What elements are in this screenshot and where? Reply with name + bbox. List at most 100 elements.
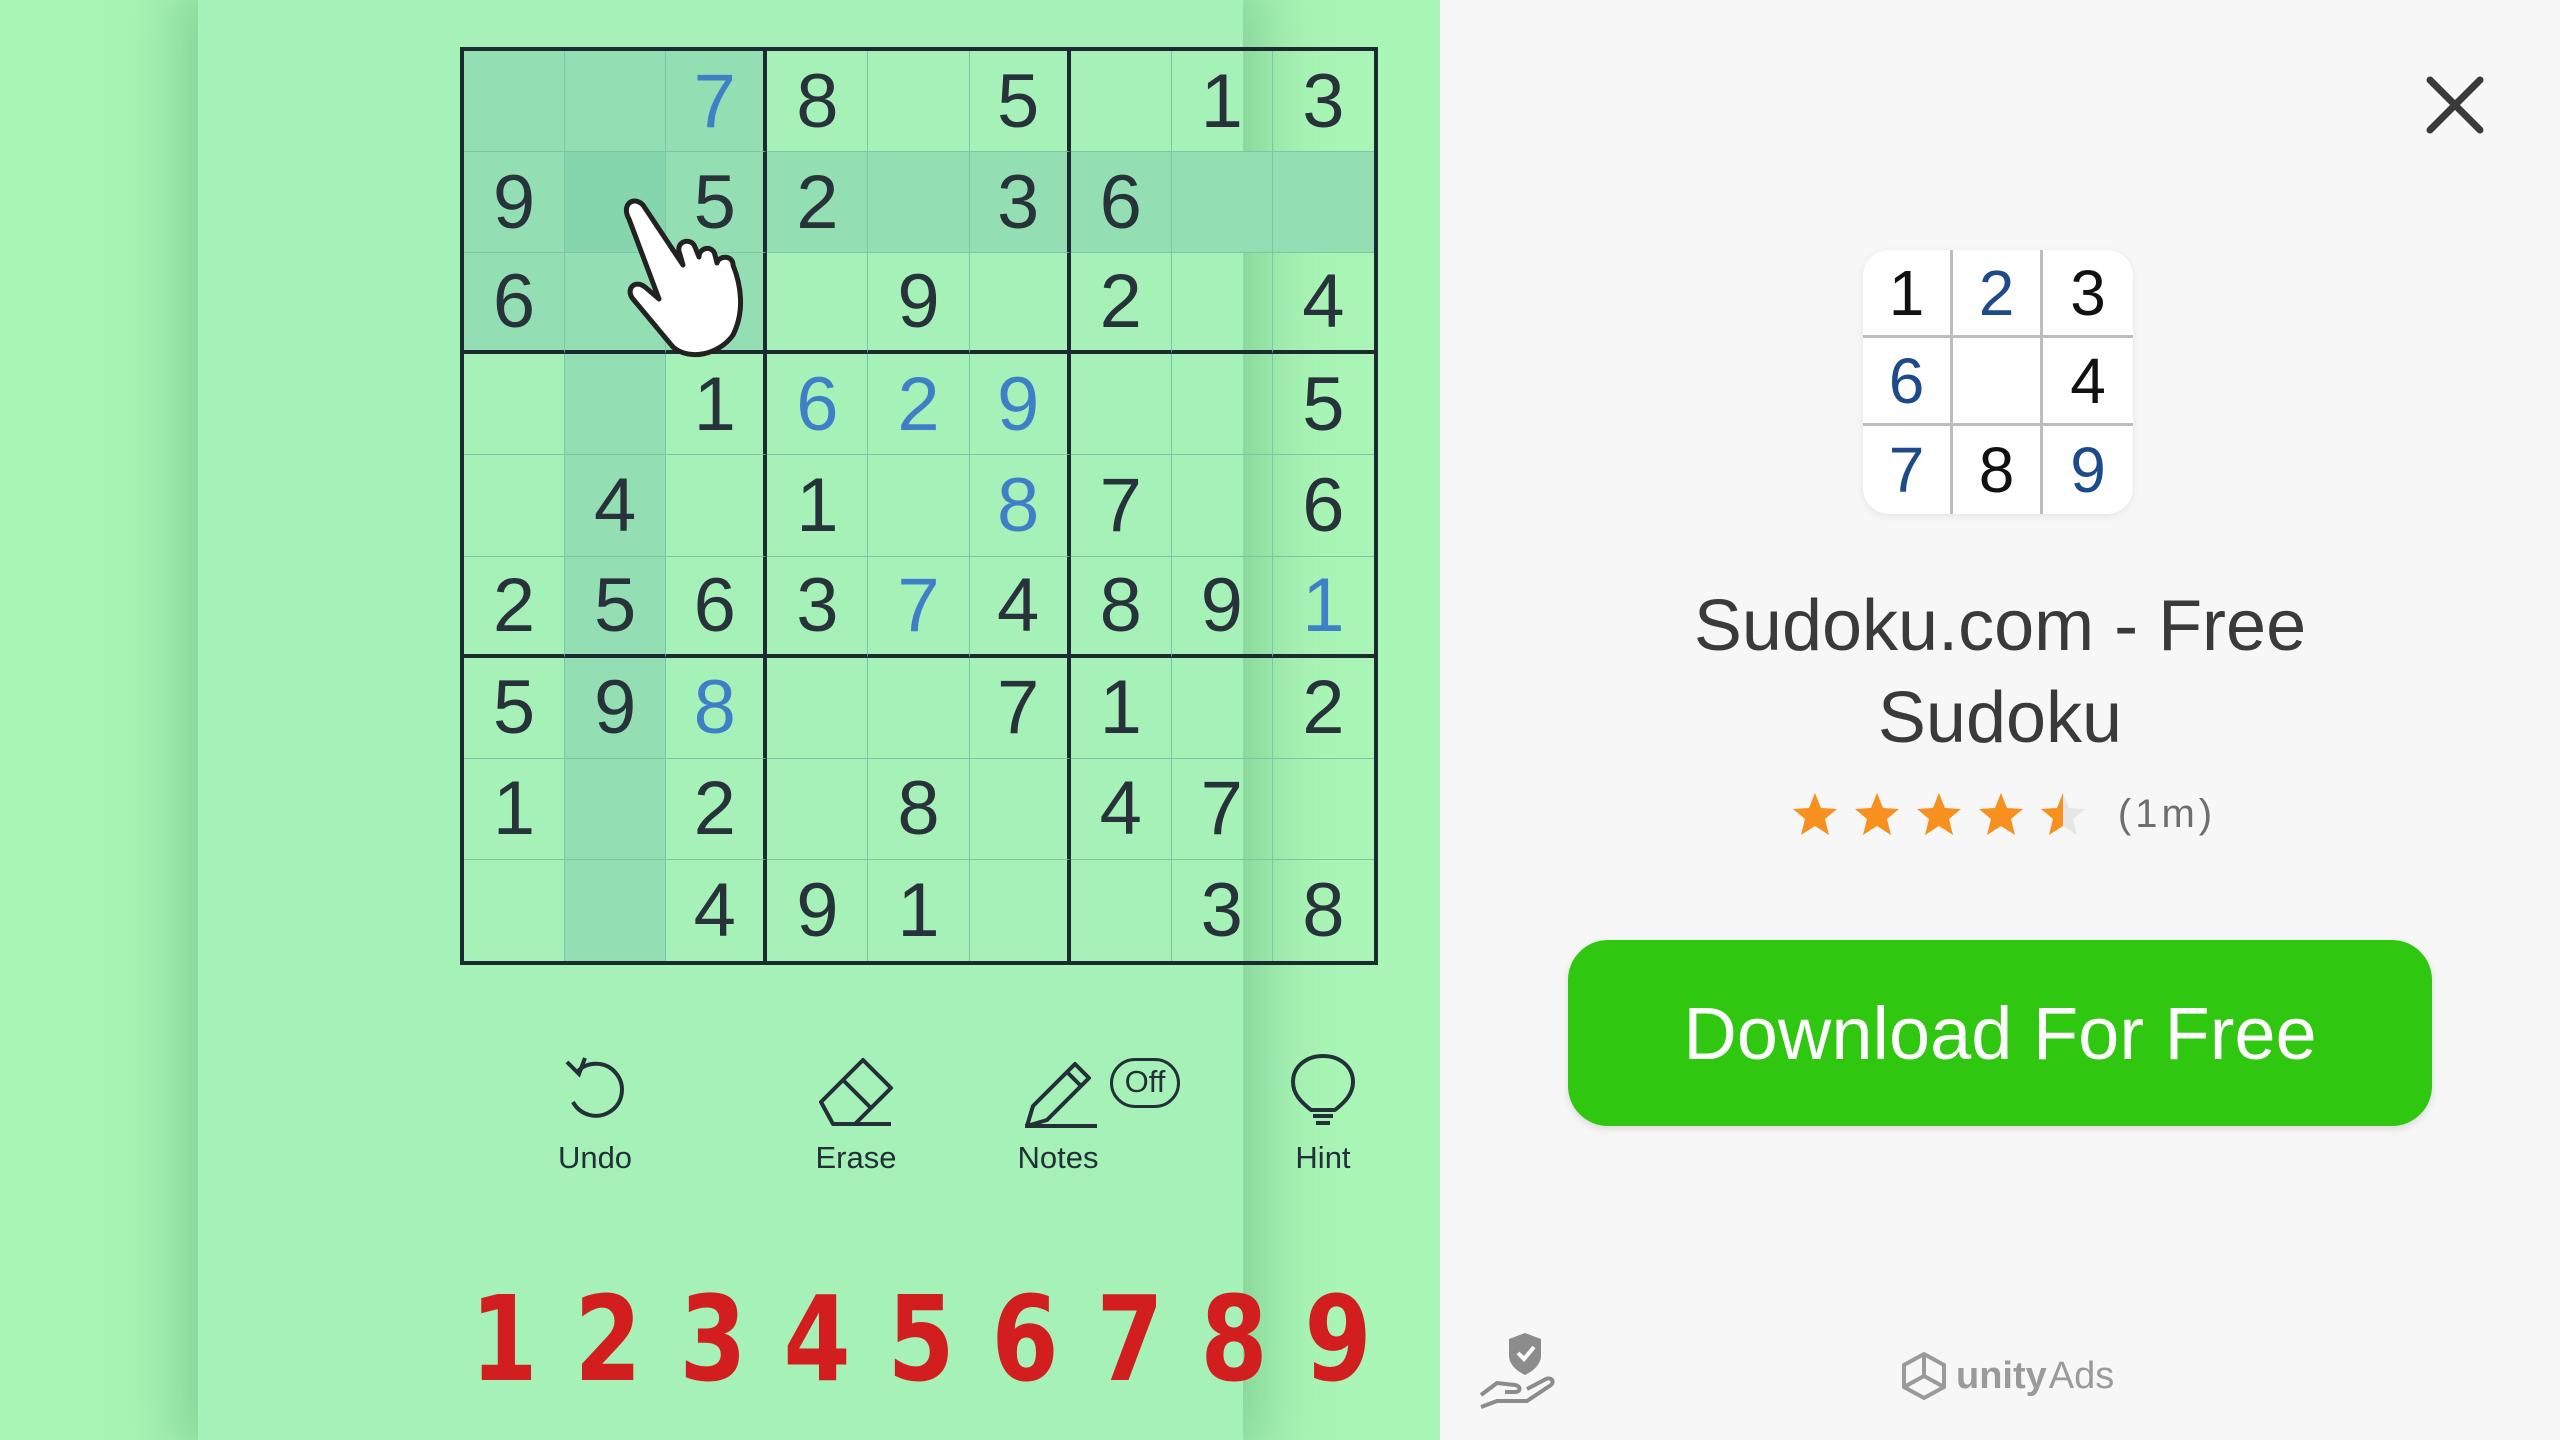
pencil-icon	[1025, 1062, 1097, 1128]
board-cell[interactable]: 1	[1171, 51, 1273, 153]
board-cell[interactable]: 3	[1172, 859, 1273, 961]
board-cell[interactable]	[1071, 859, 1172, 961]
app-title: Sudoku.com - Free Sudoku	[1693, 586, 2307, 758]
board-cell[interactable]	[868, 152, 970, 254]
board-cell[interactable]	[1272, 759, 1374, 860]
board-cell[interactable]	[767, 758, 869, 860]
undo-button[interactable]: Undo	[510, 1050, 680, 1176]
number-pad-key[interactable]: 9	[1299, 1270, 1378, 1408]
board-cell[interactable]: 5	[464, 657, 566, 759]
board-cell[interactable]	[565, 859, 667, 961]
board-cell[interactable]: 9	[464, 152, 566, 254]
app-icon-cell: 8	[1953, 426, 2043, 514]
board-cell[interactable]: 9	[1171, 556, 1273, 658]
close-icon[interactable]	[2420, 70, 2490, 140]
board-cell[interactable]: 1	[868, 859, 970, 961]
board-cell[interactable]	[868, 51, 970, 153]
board-cell[interactable]: 4	[565, 455, 667, 557]
board-cell[interactable]: 6	[1272, 455, 1374, 557]
board-cell[interactable]: 7	[1171, 758, 1273, 860]
star-full-icon	[1978, 793, 2023, 835]
board-cell[interactable]: 3	[767, 556, 869, 658]
number-pad-key[interactable]: 2	[569, 1270, 648, 1408]
board-cell[interactable]: 8	[1273, 860, 1374, 961]
number-pad-key[interactable]: 3	[673, 1270, 752, 1408]
number-pad-key[interactable]: 8	[1194, 1270, 1273, 1408]
board-cell[interactable]	[1171, 152, 1273, 254]
number-pad-key[interactable]: 6	[986, 1270, 1065, 1408]
board-cell[interactable]	[969, 758, 1071, 860]
board-cell[interactable]: 3	[1272, 51, 1374, 153]
board-cell[interactable]: 1	[1272, 557, 1374, 658]
board-cell[interactable]: 8	[666, 657, 768, 759]
board-cell[interactable]: 8	[868, 758, 970, 860]
app-icon-cell: 4	[2043, 338, 2133, 426]
board-cell[interactable]	[565, 51, 667, 153]
board-cell[interactable]: 6	[666, 556, 768, 658]
board-cell[interactable]	[666, 455, 768, 557]
board-cell[interactable]: 9	[767, 859, 869, 961]
board-cell[interactable]: 7	[666, 51, 768, 153]
board-cell[interactable]: 2	[1272, 658, 1374, 759]
board-cell[interactable]	[868, 657, 970, 759]
rating-stars	[1784, 790, 2094, 838]
number-pad-key[interactable]: 1	[465, 1270, 544, 1408]
board-cell[interactable]: 2	[666, 758, 768, 860]
board-cell[interactable]	[969, 253, 1071, 355]
board-cell[interactable]	[1070, 354, 1172, 456]
board-cell[interactable]: 3	[969, 152, 1071, 254]
board-cell[interactable]	[1272, 152, 1374, 254]
number-pad-key[interactable]: 4	[777, 1270, 856, 1408]
board-cell[interactable]: 5	[969, 51, 1071, 153]
board-cell[interactable]: 1	[767, 455, 869, 557]
board-cell[interactable]: 5	[1272, 354, 1374, 456]
number-pad-key[interactable]: 5	[882, 1270, 961, 1408]
board-cell[interactable]	[1171, 354, 1273, 456]
board-cell[interactable]	[565, 758, 667, 860]
board-cell[interactable]: 4	[1272, 253, 1374, 355]
board-cell[interactable]	[464, 51, 566, 153]
erase-button[interactable]: Erase	[771, 1050, 941, 1176]
board-cell[interactable]	[767, 657, 869, 759]
board-cell[interactable]: 6	[464, 253, 566, 355]
download-button[interactable]: Download For Free	[1568, 940, 2432, 1126]
board-cell[interactable]	[970, 859, 1071, 961]
board-cell[interactable]	[1171, 253, 1273, 355]
board-cell[interactable]: 2	[1070, 253, 1172, 355]
board-cell[interactable]: 1	[1070, 657, 1172, 759]
app-icon[interactable]: 123 6 4 789	[1863, 250, 2133, 514]
board-cell[interactable]: 9	[868, 253, 970, 355]
board-cell[interactable]: 1	[464, 758, 566, 860]
board-cell[interactable]: 2	[868, 354, 970, 456]
number-pad: 123456789	[456, 1270, 1386, 1408]
board-cell[interactable]	[464, 354, 566, 456]
board-cell[interactable]: 8	[969, 455, 1071, 557]
game-preview[interactable]: 7851395236692416295418762563748915987121…	[0, 0, 1440, 1440]
board-cell[interactable]	[868, 455, 970, 557]
privacy-hand-shield-icon[interactable]	[1475, 1325, 1565, 1415]
board-cell[interactable]: 4	[969, 556, 1071, 658]
board-cell[interactable]: 7	[868, 556, 970, 658]
board-cell[interactable]	[464, 859, 566, 961]
board-cell[interactable]: 4	[1070, 758, 1172, 860]
notes-status-badge: Off	[1110, 1058, 1180, 1108]
board-cell[interactable]: 7	[1070, 455, 1172, 557]
board-cell[interactable]: 2	[464, 556, 566, 658]
board-cell[interactable]: 7	[969, 657, 1071, 759]
unity-logo-icon	[1902, 1351, 1946, 1401]
board-cell[interactable]: 4	[666, 859, 768, 961]
board-cell[interactable]: 9	[969, 354, 1071, 456]
app-icon-cell: 9	[2070, 434, 2106, 506]
board-cell[interactable]: 6	[1070, 152, 1172, 254]
board-cell[interactable]	[1070, 51, 1172, 153]
number-pad-key[interactable]: 7	[1090, 1270, 1169, 1408]
board-cell[interactable]	[1171, 657, 1273, 759]
board-cell[interactable]	[1171, 455, 1273, 557]
board-cell[interactable]: 9	[565, 657, 667, 759]
board-cell[interactable]: 8	[767, 51, 869, 153]
board-cell[interactable]: 8	[1070, 556, 1172, 658]
app-icon-cell: 3	[2043, 250, 2133, 338]
hint-button[interactable]: Hint	[1238, 1050, 1408, 1176]
board-cell[interactable]: 5	[565, 556, 667, 658]
board-cell[interactable]	[464, 455, 566, 557]
